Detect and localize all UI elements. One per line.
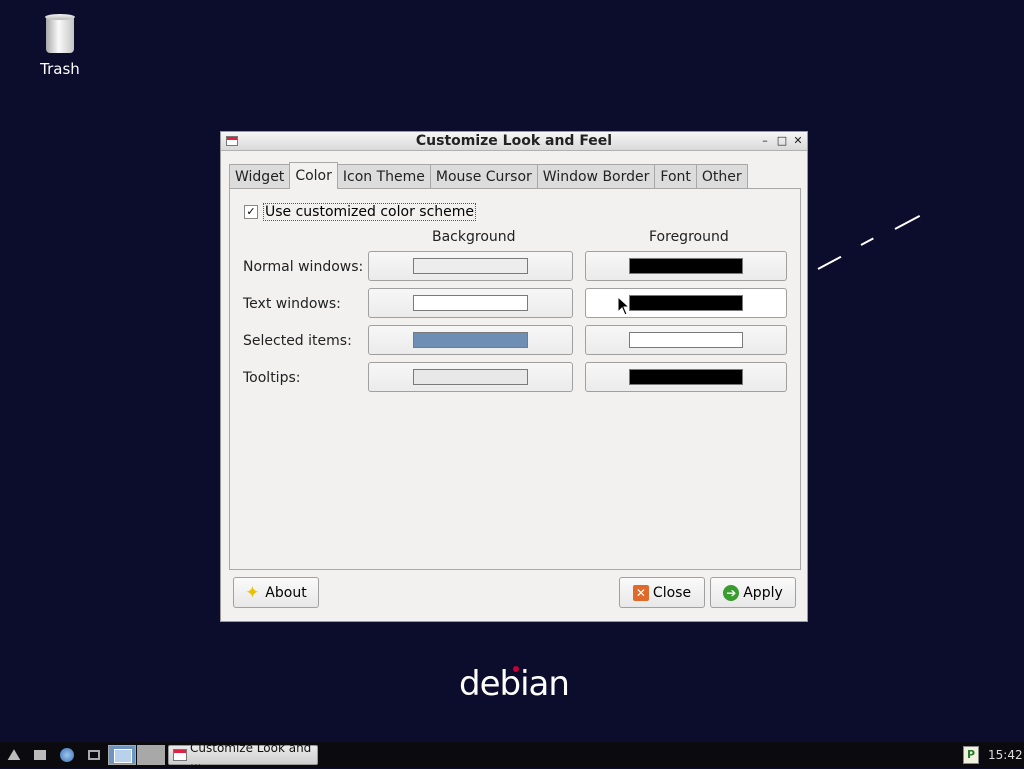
tab-other[interactable]: Other [695, 164, 748, 188]
text-windows-background-button[interactable] [368, 288, 573, 318]
tray-app-icon[interactable]: P [963, 746, 979, 764]
window-title: Customize Look and Feel [415, 133, 613, 149]
use-custom-color-row[interactable]: ✓ Use customized color scheme [244, 203, 477, 221]
color-swatch [629, 332, 743, 348]
color-swatch [413, 369, 528, 385]
trash-label: Trash [40, 60, 80, 78]
tab-icon-theme[interactable]: Icon Theme [336, 164, 431, 188]
wallpaper-swirl [817, 255, 842, 270]
normal-windows-label: Normal windows: [243, 259, 364, 275]
selected-items-foreground-button[interactable] [585, 325, 787, 355]
app-icon [173, 749, 187, 761]
close-label: Close [652, 584, 692, 601]
debian-logo-dot [513, 666, 519, 672]
window-titlebar[interactable]: Customize Look and Feel – □ ✕ [221, 132, 807, 151]
foreground-column-header: Foreground [649, 229, 729, 245]
workspace-2-button[interactable] [137, 745, 165, 765]
clock[interactable]: 15:42 [988, 745, 1023, 765]
background-column-header: Background [432, 229, 516, 245]
close-button[interactable]: ✕ Close [619, 577, 705, 608]
color-tab-panel: ✓ Use customized color scheme Background… [229, 188, 801, 570]
use-custom-color-checkbox[interactable]: ✓ [244, 205, 258, 219]
text-windows-foreground-button[interactable] [585, 288, 787, 318]
close-icon: ✕ [632, 584, 649, 601]
debian-logo: debian [459, 664, 570, 704]
tooltips-background-button[interactable] [368, 362, 573, 392]
star-icon: ✦ [245, 582, 260, 603]
tab-widget[interactable]: Widget [229, 164, 291, 188]
window-list-icon[interactable] [85, 745, 105, 765]
tab-font[interactable]: Font [654, 164, 697, 188]
text-windows-label: Text windows: [243, 296, 341, 312]
web-browser-icon[interactable] [58, 745, 76, 765]
apply-icon: ➔ [723, 584, 740, 601]
apply-button[interactable]: ➔ Apply [710, 577, 796, 608]
color-swatch [413, 295, 528, 311]
color-swatch [413, 258, 528, 274]
normal-windows-background-button[interactable] [368, 251, 573, 281]
close-window-button[interactable]: ✕ [790, 132, 806, 150]
tab-color[interactable]: Color [289, 162, 338, 189]
minimize-button[interactable]: – [757, 132, 773, 150]
selected-items-background-button[interactable] [368, 325, 573, 355]
tooltips-label: Tooltips: [243, 370, 301, 386]
trash-desktop-icon[interactable]: Trash [30, 12, 90, 78]
color-swatch [629, 369, 743, 385]
color-swatch [413, 332, 528, 348]
taskbar: ⛰ Customize Look and ... P 15:42 [0, 741, 1024, 769]
tooltips-foreground-button[interactable] [585, 362, 787, 392]
tab-bar: Widget Color Icon Theme Mouse Cursor Win… [229, 162, 748, 189]
apply-label: Apply [743, 584, 783, 601]
normal-windows-foreground-button[interactable] [585, 251, 787, 281]
workspace-1-button[interactable] [108, 745, 136, 765]
color-swatch [629, 258, 743, 274]
about-button[interactable]: ✦ About [233, 577, 319, 608]
selected-items-label: Selected items: [243, 333, 352, 349]
mouse-pointer-icon [617, 296, 629, 316]
wallpaper-swirl [894, 214, 921, 230]
tab-mouse-cursor[interactable]: Mouse Cursor [429, 164, 538, 188]
trash-icon [45, 12, 75, 54]
about-label: About [265, 584, 307, 601]
tab-window-border[interactable]: Window Border [536, 164, 656, 188]
app-icon[interactable] [226, 136, 238, 146]
wallpaper-swirl [860, 237, 874, 246]
taskbar-window-label: Customize Look and ... [190, 741, 312, 769]
start-menu-icon[interactable]: ⛰ [4, 745, 24, 765]
customize-look-and-feel-window: Customize Look and Feel – □ ✕ Widget Col… [220, 131, 808, 622]
use-custom-color-label[interactable]: Use customized color scheme [263, 203, 477, 221]
show-desktop-icon[interactable] [32, 745, 48, 765]
maximize-button[interactable]: □ [774, 132, 790, 150]
taskbar-window-button[interactable]: Customize Look and ... [168, 741, 318, 769]
color-swatch [629, 295, 743, 311]
